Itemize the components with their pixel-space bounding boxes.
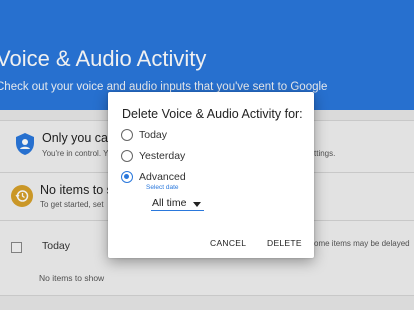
radio-advanced-label: Advanced (139, 171, 186, 183)
delete-activity-dialog: Delete Voice & Audio Activity for: Today… (108, 92, 314, 258)
radio-advanced-circle[interactable] (121, 171, 133, 183)
radio-yesterday-circle[interactable] (121, 150, 133, 162)
dropdown-arrow-icon (193, 202, 201, 207)
date-range-select[interactable]: All time (151, 195, 204, 211)
radio-yesterday-label: Yesterday (139, 150, 186, 162)
radio-today[interactable]: Today (121, 129, 167, 141)
select-date-hint: Select date (146, 184, 179, 191)
radio-today-label: Today (139, 129, 168, 141)
dialog-title: Delete Voice & Audio Activity for: (122, 107, 303, 121)
delete-button[interactable]: DELETE (267, 238, 302, 248)
radio-yesterday[interactable]: Yesterday (121, 150, 185, 162)
date-range-value: All time (152, 197, 187, 209)
radio-advanced[interactable]: Advanced (121, 171, 186, 183)
radio-today-circle[interactable] (121, 129, 133, 141)
cancel-button[interactable]: CANCEL (210, 238, 246, 248)
